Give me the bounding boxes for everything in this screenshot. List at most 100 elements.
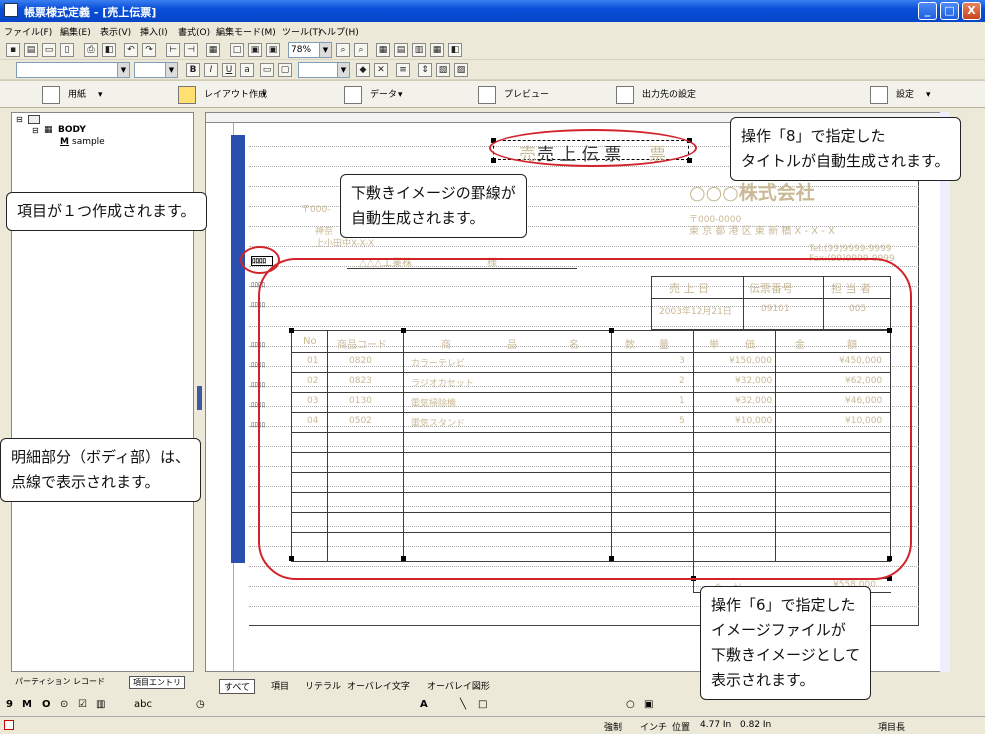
- tab-all[interactable]: すべて: [219, 679, 256, 694]
- company-name: ○○○株式会社: [689, 182, 815, 204]
- callout-ruled-line1: 下敷きイメージの罫線が: [351, 184, 516, 202]
- main-ribbon: 用紙 ▾ レイアウト作成 ▾ データ ▾ プレビュー 出力先の設定 設定 ▾: [0, 80, 985, 108]
- ungroup-icon[interactable]: ▨: [454, 63, 468, 77]
- layout4-icon[interactable]: ◧: [448, 43, 462, 57]
- undo-icon[interactable]: ↶: [124, 43, 138, 57]
- tree-node-body[interactable]: BODY: [58, 125, 86, 135]
- insert-literal-icon[interactable]: ⊣: [184, 43, 198, 57]
- color-combo[interactable]: ▼: [298, 62, 350, 78]
- zoom-combo[interactable]: 78% ▼: [288, 42, 332, 58]
- frame3-icon[interactable]: ▣: [266, 43, 280, 57]
- font-name-combo[interactable]: ▼: [16, 62, 130, 78]
- properties-icon[interactable]: ▤: [24, 43, 38, 57]
- open-icon[interactable]: ▭: [42, 43, 56, 57]
- background-image-highlight: [258, 258, 912, 580]
- align-icon[interactable]: ≡: [396, 63, 410, 77]
- vertical-scrollbar[interactable]: [940, 112, 950, 672]
- chevron-down-icon: ▼: [319, 43, 331, 57]
- underline-icon[interactable]: U: [222, 63, 236, 77]
- zoom-in-icon[interactable]: ⌕: [336, 43, 350, 57]
- callout-field-created: 項目が１つ作成されます。: [6, 192, 207, 231]
- menu-view[interactable]: 表示(V): [100, 25, 131, 38]
- line-tool-icon[interactable]: ╲: [460, 699, 466, 710]
- record-node-icon: M: [60, 137, 69, 147]
- print-preview-icon[interactable]: ◧: [102, 43, 116, 57]
- italic-icon[interactable]: I: [204, 63, 218, 77]
- collapse-icon[interactable]: ⊟: [32, 126, 39, 135]
- fill-icon[interactable]: ◆: [356, 63, 370, 77]
- digit-tool-icon[interactable]: 9: [6, 699, 13, 710]
- format-toolbar: ▼ ▼ B I U a ▭ ▢ ▼ ◆ ✕ ≡ ⇕ ▧ ▨: [0, 60, 985, 80]
- border-icon[interactable]: ▭: [260, 63, 274, 77]
- layout-icon[interactable]: ▤: [394, 43, 408, 57]
- maximize-button[interactable]: □: [940, 2, 959, 20]
- tab-field-entry[interactable]: 項目エントリ: [129, 676, 185, 689]
- save-icon[interactable]: ▪: [6, 43, 20, 57]
- menu-insert[interactable]: 挿入(I): [140, 25, 168, 38]
- checkbox-tool-icon[interactable]: ☑: [78, 699, 87, 710]
- zoom-out-icon[interactable]: ⌕: [354, 43, 368, 57]
- callout-image-line3: 下敷きイメージとして: [711, 646, 861, 664]
- minimize-button[interactable]: _: [918, 2, 937, 20]
- layout3-icon[interactable]: ▦: [430, 43, 444, 57]
- table-icon[interactable]: ▦: [376, 43, 390, 57]
- tab-fields[interactable]: 項目: [271, 679, 289, 692]
- letter-tool-icon[interactable]: A: [420, 699, 428, 710]
- clock-tool-icon[interactable]: ◷: [196, 699, 205, 710]
- frame-icon[interactable]: □: [230, 43, 244, 57]
- menu-edit-mode[interactable]: 編集モード(M): [216, 25, 276, 38]
- redo-icon[interactable]: ↷: [142, 43, 156, 57]
- tab-partition[interactable]: パーティション: [15, 676, 71, 687]
- layout-icon: [178, 86, 196, 104]
- group-icon[interactable]: ▧: [436, 63, 450, 77]
- tab-record[interactable]: レコード: [73, 676, 105, 687]
- printer-icon: [616, 86, 634, 104]
- barcode-tool-icon[interactable]: ▥: [96, 699, 105, 710]
- menu-file[interactable]: ファイル(F): [4, 25, 52, 38]
- distribute-icon[interactable]: ⇕: [418, 63, 432, 77]
- panel-splitter[interactable]: [197, 386, 202, 410]
- bold-icon[interactable]: B: [186, 63, 200, 77]
- chevron-down-icon: ▼: [337, 63, 349, 77]
- close-button[interactable]: X: [962, 2, 981, 20]
- mark-tool-icon[interactable]: M: [22, 699, 32, 710]
- tab-overlay-text[interactable]: オーバレイ文字: [347, 679, 410, 692]
- callout-title: 操作「8」で指定した タイトルが自動生成されます。: [730, 117, 961, 181]
- menu-bar: ファイル(F) 編集(E) 表示(V) 挿入(I) 書式(O) 編集モード(M)…: [0, 22, 985, 40]
- tab-literals[interactable]: リテラル: [305, 679, 341, 692]
- clear-icon[interactable]: ✕: [374, 63, 388, 77]
- tree-node-sample[interactable]: sample: [72, 137, 105, 147]
- settings-icon: [870, 86, 888, 104]
- status-bar: 強制 インチ 位置 4.77 In 0.82 In 項目長: [0, 716, 985, 734]
- title-bar: 帳票様式定義 - [売上伝票] _ □ X: [0, 0, 985, 22]
- new-icon[interactable]: ▯: [60, 43, 74, 57]
- image-tool-icon[interactable]: ▣: [644, 699, 653, 710]
- application-window: 帳票様式定義 - [売上伝票] _ □ X ファイル(F) 編集(E) 表示(V…: [0, 0, 985, 734]
- rect-tool-icon[interactable]: □: [478, 699, 487, 710]
- menu-tools[interactable]: ツール(T): [282, 25, 322, 38]
- chevron-down-icon: ▼: [165, 63, 177, 77]
- callout-image-line2: イメージファイルが: [711, 621, 846, 639]
- collapse-icon[interactable]: ⊟: [16, 115, 23, 124]
- ellipse-tool-icon[interactable]: ○: [626, 699, 635, 710]
- frame2-icon[interactable]: ▣: [248, 43, 262, 57]
- insert-field-icon[interactable]: ⊢: [166, 43, 180, 57]
- callout-ruled-line2: 自動生成されます。: [351, 209, 485, 227]
- data-icon: [344, 86, 362, 104]
- tab-overlay-shapes[interactable]: オーバレイ図形: [427, 679, 490, 692]
- circle-tool-icon[interactable]: O: [42, 699, 51, 710]
- menu-help[interactable]: ヘルプ(H): [318, 25, 359, 38]
- grid-icon[interactable]: ▦: [206, 43, 220, 57]
- form-icon: [28, 115, 40, 124]
- layout2-icon[interactable]: ▥: [412, 43, 426, 57]
- window-title: 帳票様式定義 - [売上伝票]: [24, 6, 157, 19]
- text-tool-icon[interactable]: abc: [134, 699, 152, 710]
- callout-title-line1: 操作「8」で指定した: [741, 127, 886, 145]
- menu-edit[interactable]: 編集(E): [60, 25, 91, 38]
- print-icon[interactable]: ⎙: [84, 43, 98, 57]
- shadow-icon[interactable]: ▢: [278, 63, 292, 77]
- strikethrough-icon[interactable]: a: [240, 63, 254, 77]
- menu-format[interactable]: 書式(O): [178, 25, 210, 38]
- font-size-combo[interactable]: ▼: [134, 62, 178, 78]
- radio-tool-icon[interactable]: ⊙: [60, 699, 68, 710]
